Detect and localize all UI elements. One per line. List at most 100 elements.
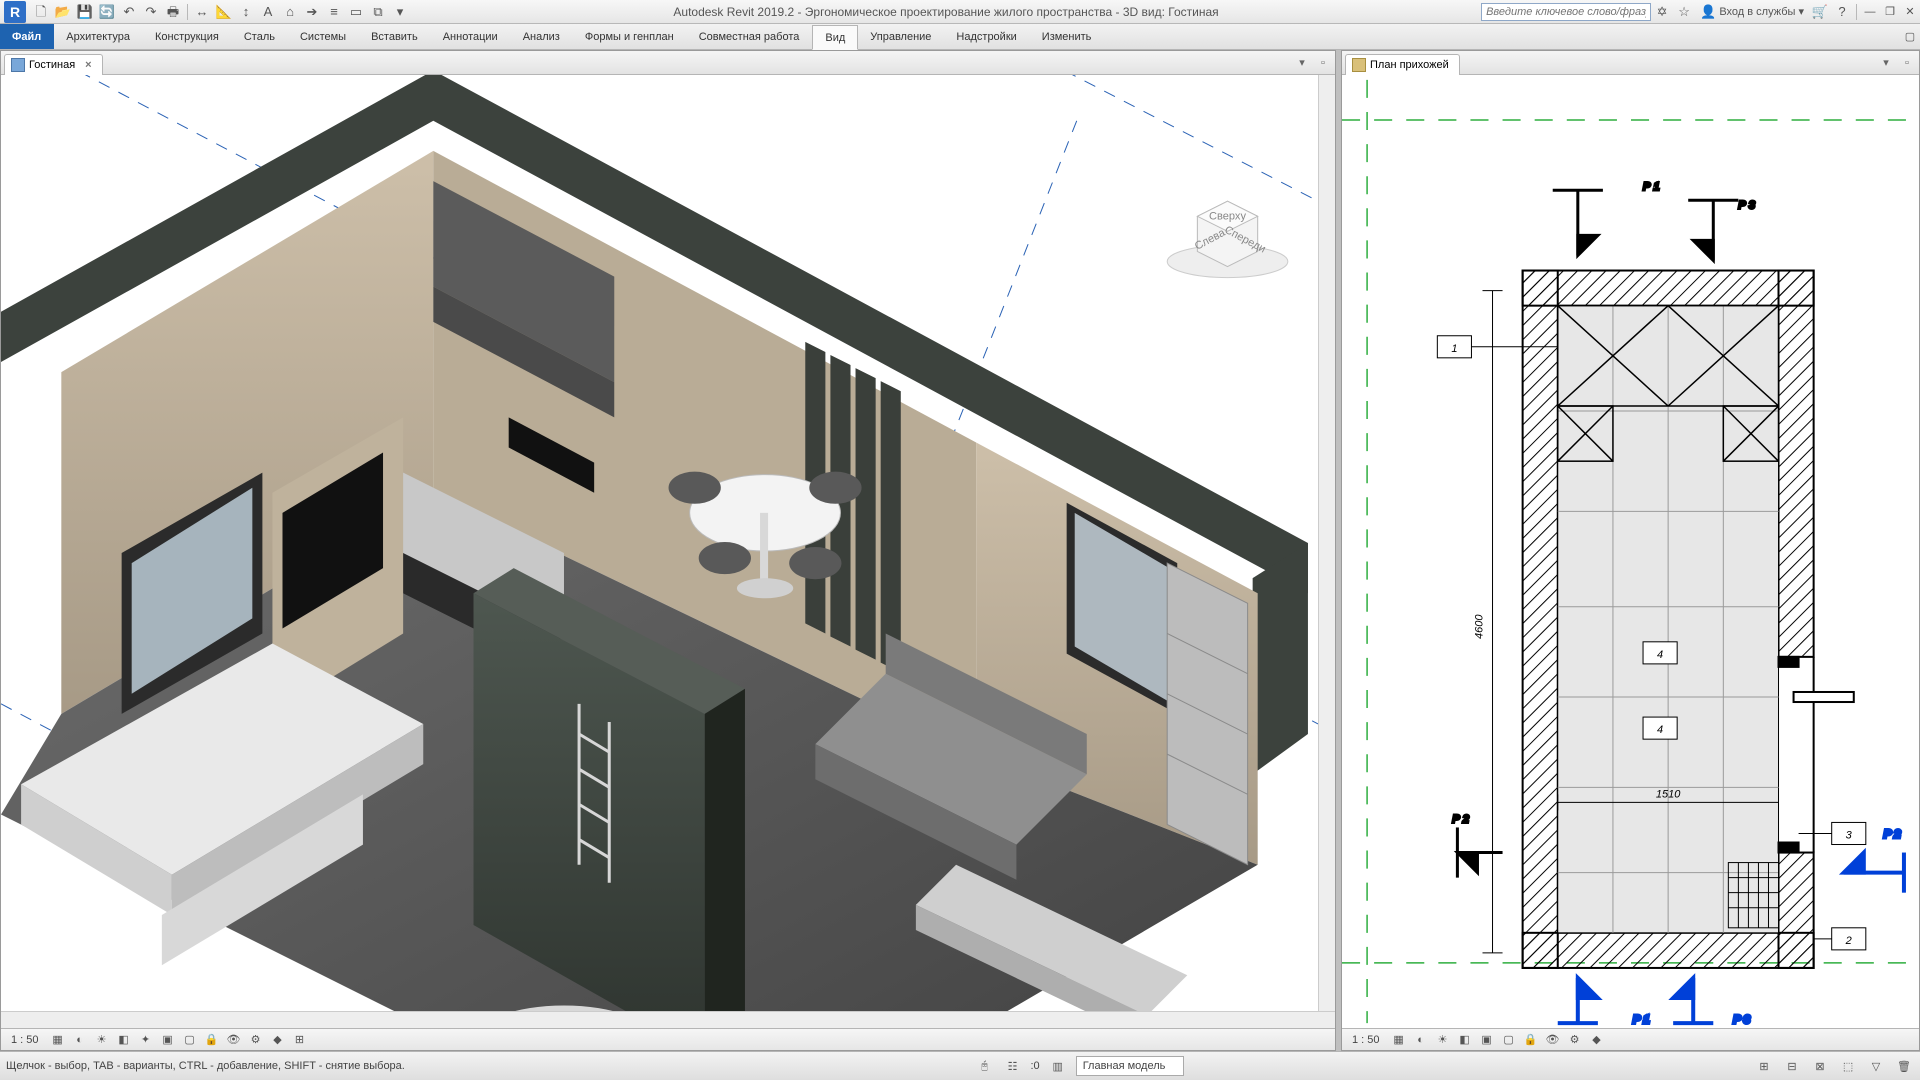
- qat-3d-icon[interactable]: ⌂: [280, 2, 300, 22]
- scrollbar-v-3d[interactable]: [1318, 75, 1335, 1011]
- qat-dim-icon[interactable]: ↕: [236, 2, 256, 22]
- status-model-select[interactable]: Главная модель: [1076, 1056, 1185, 1076]
- signin-button[interactable]: 👤 Вход в службы ▾: [1696, 2, 1808, 22]
- qat-redo-icon[interactable]: ↷: [141, 2, 161, 22]
- qat-open-icon[interactable]: 🗋: [31, 2, 51, 22]
- view-tab-3d-close-icon[interactable]: ×: [85, 59, 91, 71]
- ribbon-tab-формы и генплан[interactable]: Формы и генплан: [573, 24, 687, 49]
- vc2-reveal-icon[interactable]: ⚙: [1566, 1031, 1584, 1049]
- status-sel3-icon[interactable]: ⊠: [1810, 1056, 1830, 1076]
- qat-align-icon[interactable]: 📐: [214, 2, 234, 22]
- viewplan-icon: [1352, 58, 1366, 72]
- vc-visual-icon[interactable]: ◐: [71, 1031, 89, 1049]
- scale-plan[interactable]: 1 : 50: [1346, 1034, 1386, 1046]
- ribbon-tab-совместная работа[interactable]: Совместная работа: [687, 24, 813, 49]
- vc-lock-icon[interactable]: 🔒: [203, 1031, 221, 1049]
- qat-close-icon[interactable]: ▭: [346, 2, 366, 22]
- pane-min-icon[interactable]: ▾: [1293, 54, 1311, 72]
- qat-switch-icon[interactable]: ⧉: [368, 2, 388, 22]
- status-sel1-icon[interactable]: ⊞: [1754, 1056, 1774, 1076]
- infocenter-star-icon[interactable]: ✡: [1652, 2, 1672, 22]
- exchange-icon[interactable]: 🛒: [1810, 2, 1830, 22]
- scrollbar-h-3d[interactable]: [1, 1011, 1335, 1028]
- qat-undo-icon[interactable]: ↶: [119, 2, 139, 22]
- pane-max-icon[interactable]: ▫: [1314, 54, 1332, 72]
- vc-detail-icon[interactable]: ▦: [49, 1031, 67, 1049]
- ribbon-minimize-icon[interactable]: ▢: [1900, 24, 1920, 49]
- view-tab-3d[interactable]: Гостиная ×: [4, 54, 103, 76]
- status-model-icon[interactable]: ▥: [1048, 1056, 1068, 1076]
- vc2-temp-icon[interactable]: 👁: [1544, 1031, 1562, 1049]
- window-restore-icon[interactable]: ❐: [1880, 2, 1900, 22]
- app-logo[interactable]: R: [4, 1, 26, 23]
- svg-text:Сверху: Сверху: [1209, 210, 1246, 222]
- qat-section-icon[interactable]: ➔: [302, 2, 322, 22]
- vc2-color-icon[interactable]: ◆: [1588, 1031, 1606, 1049]
- ribbon-tab-вид[interactable]: Вид: [812, 25, 858, 50]
- sec-p1-bot: Р 1: [1633, 1014, 1650, 1026]
- ribbon-tab-аннотации[interactable]: Аннотации: [431, 24, 511, 49]
- view-pane-3d: Гостиная × ▾ ▫: [0, 50, 1336, 1051]
- vc2-shadow-icon[interactable]: ◧: [1456, 1031, 1474, 1049]
- vc2-visual-icon[interactable]: ◐: [1412, 1031, 1430, 1049]
- qat-sync-icon[interactable]: 🔄: [97, 2, 117, 22]
- ribbon-tab-сталь[interactable]: Сталь: [232, 24, 288, 49]
- vc-reveal-icon[interactable]: ⚙: [247, 1031, 265, 1049]
- qat-measure-icon[interactable]: ↔: [192, 2, 212, 22]
- ribbon-tab-управление[interactable]: Управление: [858, 24, 944, 49]
- status-select-icon[interactable]: 🖰: [975, 1056, 995, 1076]
- vc2-detail-icon[interactable]: ▦: [1390, 1031, 1408, 1049]
- ribbon-tab-конструкция[interactable]: Конструкция: [143, 24, 232, 49]
- vc-sun-icon[interactable]: ☀: [93, 1031, 111, 1049]
- qat-text-icon[interactable]: A: [258, 2, 278, 22]
- view-pane-plan: План прихожей ▾ ▫: [1341, 50, 1920, 1051]
- vc-crop-icon[interactable]: ▣: [159, 1031, 177, 1049]
- vc-analytic-icon[interactable]: ◆: [269, 1031, 287, 1049]
- pane2-min-icon[interactable]: ▾: [1877, 54, 1895, 72]
- view-controls-plan: 1 : 50 ▦ ◐ ☀ ◧ ▣ ▢ 🔒 👁 ⚙ ◆: [1342, 1028, 1919, 1050]
- vc-cropshow-icon[interactable]: ▢: [181, 1031, 199, 1049]
- pane2-max-icon[interactable]: ▫: [1898, 54, 1916, 72]
- ribbon-tab-вставить[interactable]: Вставить: [359, 24, 431, 49]
- dim-1510: 1510: [1656, 788, 1681, 800]
- sec-p3-bot: Р 3: [1733, 1014, 1750, 1026]
- ribbon-tab-надстройки[interactable]: Надстройки: [944, 24, 1029, 49]
- window-title: Autodesk Revit 2019.2 - Эргономическое п…: [411, 5, 1481, 19]
- canvas-3d[interactable]: Сверху Слева Спереди: [1, 75, 1318, 1011]
- status-sel5-icon[interactable]: ▽: [1866, 1056, 1886, 1076]
- qat-more-icon[interactable]: ▾: [390, 2, 410, 22]
- status-filter-icon[interactable]: 🗑: [1894, 1056, 1914, 1076]
- vc-temp-icon[interactable]: 👁: [225, 1031, 243, 1049]
- view-tab-plan[interactable]: План прихожей: [1345, 54, 1460, 76]
- qat-thin-icon[interactable]: ≡: [324, 2, 344, 22]
- window-minimize-icon[interactable]: —: [1860, 2, 1880, 22]
- vc2-lock-icon[interactable]: 🔒: [1522, 1031, 1540, 1049]
- canvas-plan[interactable]: 4600 1510 1 2 3 4 4 Р 1 Р 3 Р 2 Р 1 Р 3 …: [1342, 75, 1919, 1028]
- status-hint: Щелчок - выбор, TAB - варианты, CTRL - д…: [6, 1060, 405, 1072]
- view-tab-3d-label: Гостиная: [29, 59, 75, 71]
- qat-save-icon[interactable]: 💾: [75, 2, 95, 22]
- vc-constraint-icon[interactable]: ⊞: [291, 1031, 309, 1049]
- window-close-icon[interactable]: ✕: [1900, 2, 1920, 22]
- help-icon[interactable]: ?: [1832, 2, 1852, 22]
- ribbon-tab-изменить[interactable]: Изменить: [1030, 24, 1105, 49]
- scale-3d[interactable]: 1 : 50: [5, 1034, 45, 1046]
- ribbon-tab-файл[interactable]: Файл: [0, 24, 54, 49]
- ribbon-tab-системы[interactable]: Системы: [288, 24, 359, 49]
- status-worksets-icon[interactable]: ☷: [1003, 1056, 1023, 1076]
- vc2-cropshow-icon[interactable]: ▢: [1500, 1031, 1518, 1049]
- qat-open2-icon[interactable]: 📂: [53, 2, 73, 22]
- status-sel4-icon[interactable]: ⬚: [1838, 1056, 1858, 1076]
- search-input[interactable]: [1481, 3, 1651, 21]
- vc2-sun-icon[interactable]: ☀: [1434, 1031, 1452, 1049]
- vc2-crop-icon[interactable]: ▣: [1478, 1031, 1496, 1049]
- ribbon-tab-анализ[interactable]: Анализ: [511, 24, 573, 49]
- vc-shadow-icon[interactable]: ◧: [115, 1031, 133, 1049]
- vc-render-icon[interactable]: ✦: [137, 1031, 155, 1049]
- view-tab-plan-label: План прихожей: [1370, 59, 1449, 71]
- qat-print-icon[interactable]: 🖶: [163, 2, 183, 22]
- status-num: :0: [1031, 1060, 1040, 1072]
- infocenter-fav-icon[interactable]: ☆: [1674, 2, 1694, 22]
- ribbon-tab-архитектура[interactable]: Архитектура: [54, 24, 143, 49]
- status-sel2-icon[interactable]: ⊟: [1782, 1056, 1802, 1076]
